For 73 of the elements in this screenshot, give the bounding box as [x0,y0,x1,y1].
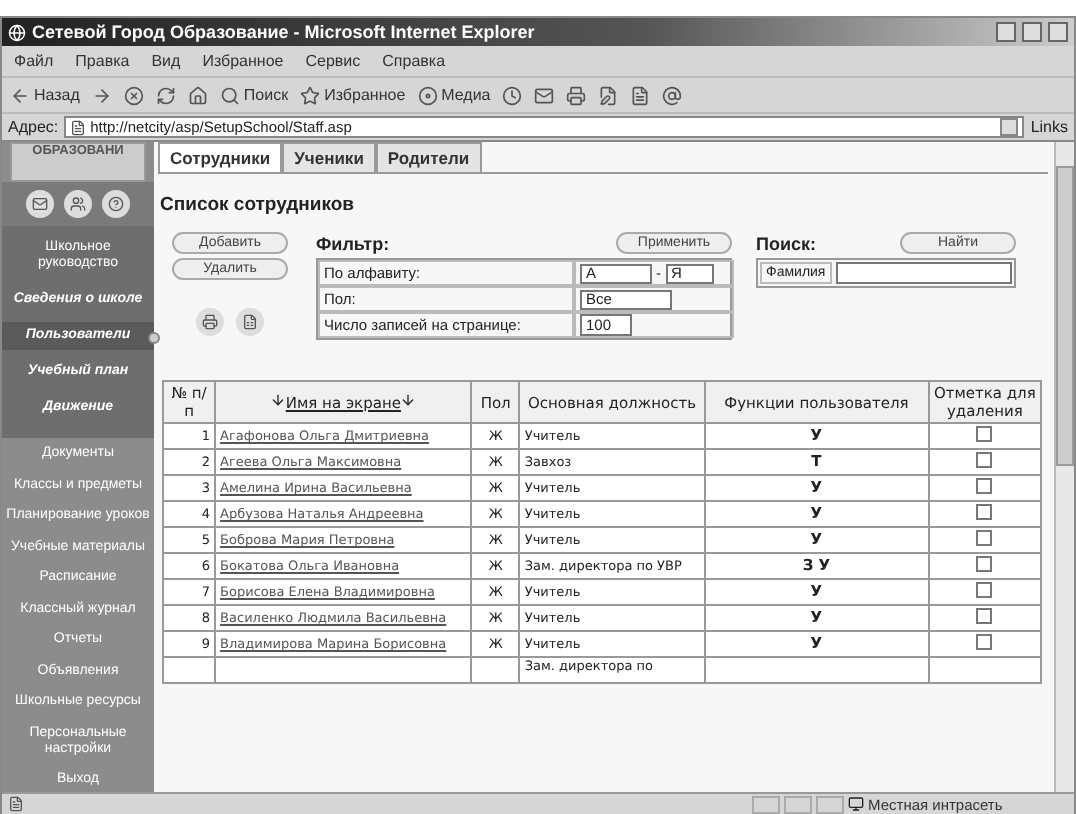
browser-icon [8,23,26,41]
checkbox[interactable] [976,426,993,442]
spreadsheet-icon[interactable] [236,308,264,336]
status-panel [816,795,844,813]
minimize-button[interactable] [996,22,1016,42]
checkbox[interactable] [976,582,993,598]
computer-icon [848,796,864,812]
menu-item[interactable]: Справка [382,52,446,70]
menu-item[interactable]: Файл [14,52,54,70]
mail-icon [534,85,555,105]
checkbox[interactable] [976,452,993,468]
forward-arrow-icon [91,85,112,105]
menu-item[interactable]: Вид [151,52,181,70]
document-icon [630,85,651,105]
toolbar-button[interactable] [630,85,651,105]
down-arrow-icon [400,392,417,408]
tab[interactable]: Сотрудники [158,142,283,172]
scrollbar[interactable] [1054,142,1074,792]
star-icon [300,85,321,105]
checkbox[interactable] [976,504,993,520]
page-heading: Список сотрудников [160,194,357,216]
toolbar-button[interactable]: Назад [10,85,80,105]
toolbar-button[interactable] [598,85,619,105]
dropdown-button[interactable] [1000,118,1019,136]
status-panel [752,795,780,813]
checkbox[interactable] [976,634,993,650]
home-icon [187,85,208,105]
document-pen-icon [598,85,619,105]
mail-icon[interactable] [26,190,54,218]
help-icon[interactable] [102,190,130,218]
toolbar-button[interactable] [566,85,587,105]
window-title: Сетевой Город Образование - Microsoft Internet Explorer [32,22,537,42]
toolbar-button[interactable] [534,85,555,105]
menu-item[interactable]: Правка [75,52,130,70]
tab[interactable]: Родители [375,142,482,172]
menu-item[interactable]: Сервис [305,52,361,70]
toolbar-button[interactable]: Медиа [417,85,491,105]
toolbar-button[interactable] [155,85,176,105]
toolbar-button[interactable] [502,85,523,105]
at-sign-icon [662,85,683,105]
back-arrow-icon [10,85,30,105]
checkbox[interactable] [976,608,993,624]
status-panel [784,795,812,813]
surname-field[interactable] [835,262,1012,284]
page-icon [70,119,87,135]
down-arrow-icon [269,392,286,408]
search-title: Поиск: [756,233,817,253]
toolbar-button[interactable] [123,85,144,105]
checkbox[interactable] [976,478,993,494]
checkbox[interactable] [976,556,993,572]
maximize-button[interactable] [1022,22,1042,42]
toolbar-button[interactable]: Избранное [300,85,406,105]
users-icon[interactable] [64,190,92,218]
links-label[interactable]: Links [1030,118,1068,136]
printer-icon [566,85,587,105]
page-icon [8,796,24,812]
close-button[interactable] [1048,22,1068,42]
address-label: Адрес: [8,118,59,136]
toolbar-button[interactable] [662,85,683,105]
menu-item[interactable]: Избранное [202,52,284,70]
search-icon [219,85,240,105]
printer-icon[interactable] [196,308,224,336]
tab[interactable]: Ученики [282,142,376,172]
stop-icon [123,85,144,105]
toolbar-button[interactable] [187,85,208,105]
clock-icon [502,85,523,105]
checkbox[interactable] [976,530,993,546]
toolbar-button[interactable] [91,85,112,105]
selection-dot [148,332,160,344]
disc-icon [417,85,438,105]
refresh-icon [155,85,176,105]
filter-title: Фильтр: [316,233,390,253]
toolbar-button[interactable]: Поиск [219,85,289,105]
